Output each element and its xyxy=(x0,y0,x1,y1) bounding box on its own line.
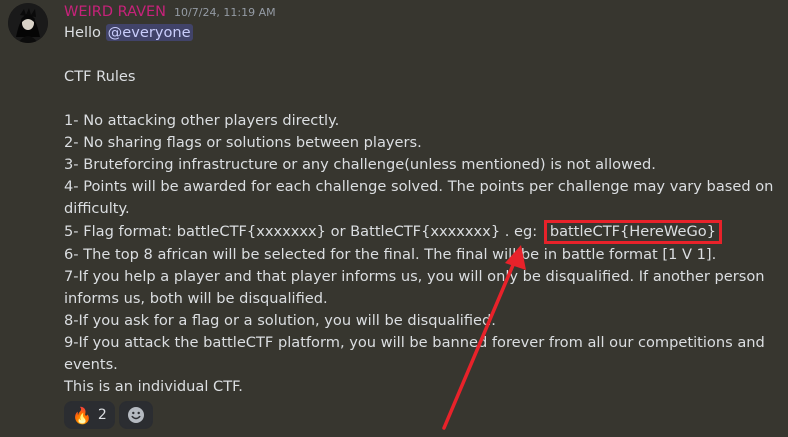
fire-reaction[interactable]: 🔥 2 xyxy=(64,401,115,429)
rule-line: 9-If you attack the battleCTF platform, … xyxy=(64,334,765,351)
rule-line: difficulty. xyxy=(64,200,130,217)
greeting-line: Hello @everyone xyxy=(64,22,764,44)
rule-5-line: 5- Flag format: battleCTF{xxxxxxx} or Ba… xyxy=(64,220,764,244)
everyone-mention[interactable]: @everyone xyxy=(105,24,193,41)
timestamp[interactable]: 10/7/24, 11:19 AM xyxy=(174,6,276,19)
message-header: WEIRD RAVEN 10/7/24, 11:19 AM xyxy=(64,4,276,22)
rules-title: CTF Rules xyxy=(64,68,136,85)
rule-line: This is an individual CTF. xyxy=(64,378,243,395)
avatar-image xyxy=(8,3,48,43)
rule-line: 2- No sharing flags or solutions between… xyxy=(64,134,422,151)
avatar[interactable] xyxy=(8,3,48,43)
rule-line: 3- Bruteforcing infrastructure or any ch… xyxy=(64,156,656,173)
rule-line: informs us, both will be disqualified. xyxy=(64,290,328,307)
reaction-count: 2 xyxy=(97,407,107,423)
message-content: Hello @everyone CTF Rules 1- No attackin… xyxy=(64,22,774,398)
rule-line: 4- Points will be awarded for each chall… xyxy=(64,178,774,195)
rule-line: 8-If you ask for a flag or a solution, y… xyxy=(64,312,496,329)
rule-line: 6- The top 8 african will be selected fo… xyxy=(64,246,717,263)
username[interactable]: WEIRD RAVEN xyxy=(64,4,166,20)
greeting-text: Hello xyxy=(64,24,101,41)
fire-icon: 🔥 xyxy=(72,405,92,425)
flag-example-highlight: battleCTF{HereWeGo} xyxy=(543,220,722,244)
reactions-bar: 🔥 2 xyxy=(64,401,153,429)
smiley-add-reaction-icon xyxy=(127,407,144,423)
add-reaction-button[interactable] xyxy=(118,401,153,429)
rule-5-text: 5- Flag format: battleCTF{xxxxxxx} or Ba… xyxy=(64,223,538,240)
rule-line: events. xyxy=(64,356,118,373)
rule-line: 1- No attacking other players directly. xyxy=(64,112,340,129)
rule-line: 7-If you help a player and that player i… xyxy=(64,268,765,285)
